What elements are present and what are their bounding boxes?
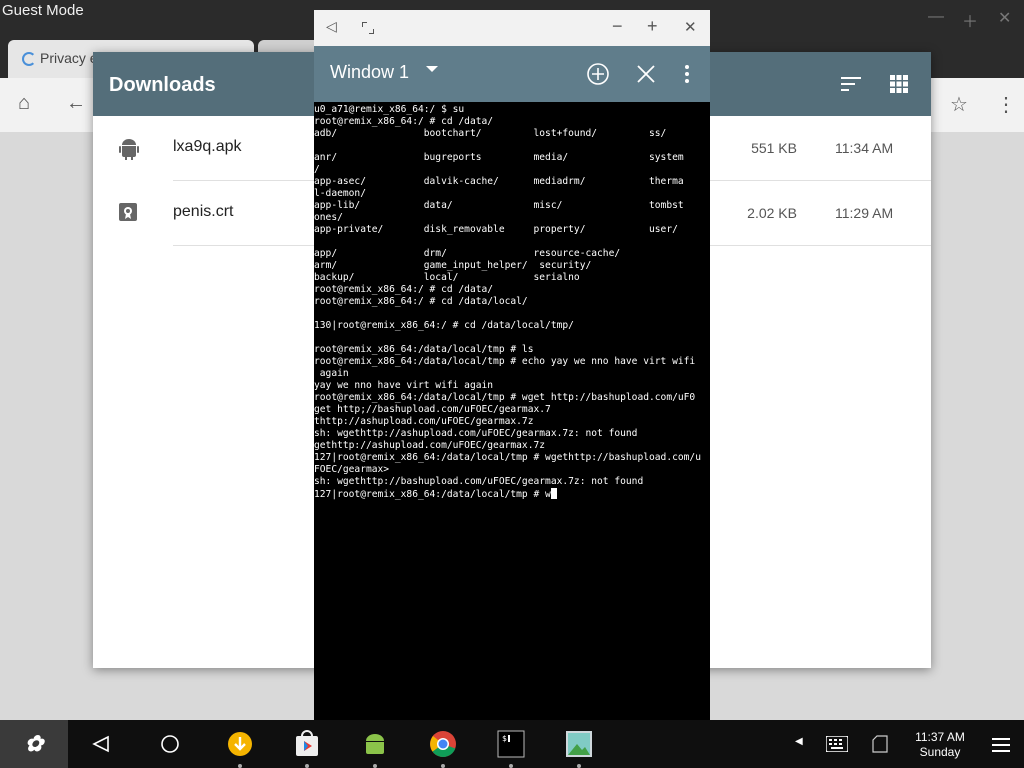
loading-spinner-icon: [22, 52, 36, 66]
home-icon[interactable]: ⌂: [18, 92, 30, 115]
browser-window-title: Guest Mode: [2, 2, 84, 19]
minimize-icon[interactable]: —: [928, 8, 944, 26]
download-app-icon[interactable]: [226, 730, 254, 758]
download-time: 11:34 AM: [835, 140, 894, 156]
start-menu-button[interactable]: ✿: [0, 720, 68, 768]
clock-time[interactable]: 11:37 AM: [900, 730, 980, 744]
certificate-icon: [119, 203, 137, 221]
android-icon: [119, 139, 139, 160]
running-indicator: [441, 764, 445, 768]
download-size: 2.02 KB: [747, 205, 797, 221]
home-nav-icon[interactable]: [160, 734, 180, 754]
running-indicator: [373, 764, 377, 768]
download-size: 551 KB: [751, 140, 797, 156]
play-store-icon[interactable]: [293, 730, 321, 758]
android-app-icon[interactable]: [361, 730, 389, 758]
download-filename: lxa9q.apk: [173, 138, 242, 155]
chrome-icon[interactable]: [429, 730, 457, 758]
terminal-actionbar: Window 1: [314, 46, 710, 102]
running-indicator: [577, 764, 581, 768]
terminal-app-icon[interactable]: $: [497, 730, 525, 758]
running-indicator: [509, 764, 513, 768]
more-menu-icon[interactable]: ⋮: [996, 92, 1016, 117]
back-triangle-icon[interactable]: ◁: [326, 18, 337, 35]
download-filename: penis.crt: [173, 203, 234, 220]
terminal-window: ◁ − + ✕ Window 1 u0_a71@remix_x86_64:/ $…: [314, 10, 710, 720]
gallery-app-icon[interactable]: [565, 730, 593, 758]
overflow-menu-icon[interactable]: [684, 64, 690, 84]
dropdown-arrow-icon[interactable]: [426, 66, 438, 72]
close-window-icon[interactable]: [636, 64, 656, 84]
terminal-cursor: [550, 488, 557, 499]
minimize-icon[interactable]: −: [612, 16, 623, 37]
window-selector[interactable]: Window 1: [330, 62, 409, 83]
clock-day[interactable]: Sunday: [900, 745, 980, 759]
close-icon[interactable]: ✕: [684, 18, 697, 36]
downloads-title: Downloads: [109, 74, 216, 96]
back-nav-icon[interactable]: [92, 735, 110, 753]
taskbar: ✿ $ ◀ 11:37 AM Sunday: [0, 720, 1024, 768]
terminal-output[interactable]: u0_a71@remix_x86_64:/ $ su root@remix_x8…: [314, 104, 710, 720]
new-window-icon[interactable]: [586, 62, 610, 86]
tray-expand-icon[interactable]: ◀: [795, 736, 803, 747]
terminal-titlebar: ◁ − + ✕: [314, 10, 710, 46]
close-icon[interactable]: ✕: [998, 8, 1011, 28]
keyboard-icon[interactable]: [826, 736, 848, 752]
download-time: 11:29 AM: [835, 205, 894, 221]
maximize-icon[interactable]: +: [647, 16, 658, 37]
bookmark-star-icon[interactable]: ☆: [950, 92, 968, 117]
svg-text:$: $: [502, 734, 507, 743]
sort-icon[interactable]: [841, 76, 861, 92]
running-indicator: [238, 764, 242, 768]
battery-status-icon[interactable]: [872, 735, 888, 753]
notifications-menu-icon[interactable]: [992, 738, 1010, 752]
grid-view-icon[interactable]: [890, 75, 908, 93]
resize-icon[interactable]: [362, 22, 374, 34]
browser-tab-label: Privacy e: [40, 50, 98, 66]
back-arrow-icon[interactable]: ←: [66, 92, 86, 115]
maximize-icon[interactable]: ＋: [962, 8, 978, 32]
running-indicator: [305, 764, 309, 768]
